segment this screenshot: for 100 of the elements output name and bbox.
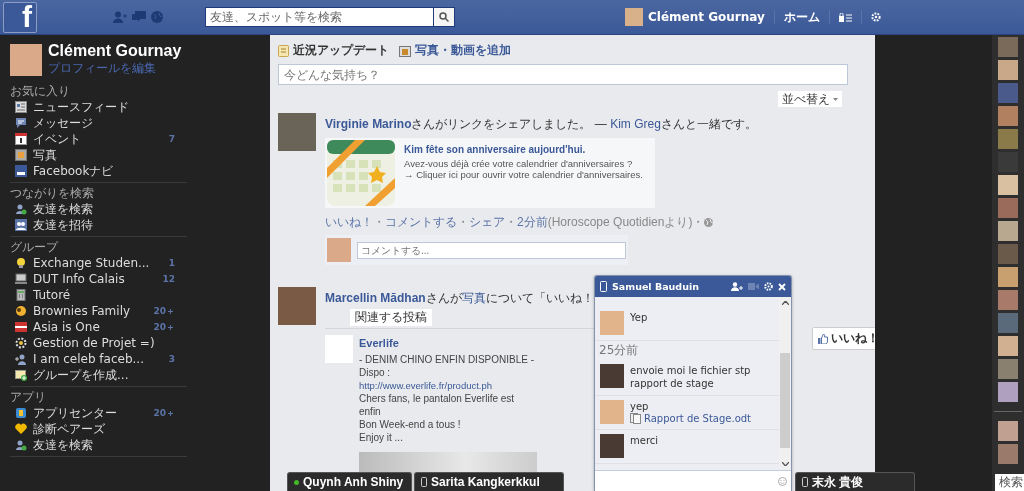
- facebook-logo[interactable]: f: [3, 1, 37, 33]
- card-title: Kim fête son anniversaire aujourd'hui.: [404, 144, 587, 155]
- video-camera-icon[interactable]: [748, 283, 759, 290]
- profile-name[interactable]: Clément Gournay: [48, 42, 182, 60]
- chat-tab[interactable]: Sarita Kangkerkkul: [414, 472, 564, 491]
- close-icon[interactable]: [778, 282, 786, 291]
- friend-avatar-placeholder: [998, 175, 1018, 195]
- separator-dot: ・: [373, 214, 385, 231]
- author-link[interactable]: Marcellin Mādhan: [325, 291, 426, 305]
- sidebar-item[interactable]: メッセージ: [10, 115, 187, 131]
- avatar-placeholder: [10, 43, 42, 76]
- scrollbar[interactable]: [779, 297, 791, 470]
- sidebar-item[interactable]: 写真: [10, 147, 187, 163]
- item-label: Exchange Studen...: [33, 256, 151, 270]
- chat-message: yep: [630, 400, 650, 413]
- chat-composer[interactable]: [595, 470, 791, 491]
- chat-message: envoie moi le fichier stp: [630, 364, 751, 377]
- avatar-placeholder: [625, 8, 643, 26]
- sidebar-item[interactable]: Asia is One 20＋: [10, 319, 187, 335]
- sidebar-item[interactable]: グループを作成...: [10, 367, 187, 383]
- friend-requests-icon[interactable]: [113, 11, 127, 23]
- profile-link[interactable]: Clément Gournay: [648, 10, 765, 24]
- status-icon: [278, 44, 289, 57]
- item-label: メッセージ: [33, 114, 94, 132]
- page-name-link[interactable]: Everlife: [359, 337, 537, 350]
- post-text: Enjoy it ...: [359, 431, 404, 444]
- chat-search-field[interactable]: 検索: [995, 474, 1024, 491]
- search-field[interactable]: 友達、スポット等を検索: [205, 7, 433, 27]
- search-button[interactable]: [433, 7, 455, 27]
- action-link[interactable]: シェア: [469, 214, 505, 231]
- friend-avatar-placeholder: [998, 37, 1018, 57]
- file-attachment-link[interactable]: Rapport de Stage.odt: [630, 413, 752, 424]
- chat-tab[interactable]: Quynh Anh Shiny: [287, 472, 412, 491]
- sidebar-item[interactable]: 友達を検索: [10, 201, 187, 217]
- chat-message: Yep: [630, 311, 648, 324]
- timestamp-link[interactable]: 2分前: [517, 214, 548, 231]
- like-button[interactable]: いいね！: [812, 327, 875, 350]
- calculator-icon: [15, 289, 27, 301]
- action-link[interactable]: いいね！: [325, 214, 373, 231]
- sidebar-item[interactable]: DUT Info Calais 12: [10, 271, 187, 287]
- url-link[interactable]: http://www.everlife.fr/product.ph: [359, 379, 537, 392]
- item-label: Brownies Family: [33, 304, 132, 318]
- separator-dot: ・: [692, 214, 705, 231]
- sidebar-item[interactable]: Facebookナビ: [10, 163, 187, 179]
- comment-field[interactable]: コメントする...: [357, 241, 626, 259]
- sidebar-item[interactable]: ニュースフィード: [10, 99, 187, 115]
- globe-icon[interactable]: [151, 11, 163, 23]
- item-count: 12: [162, 274, 176, 284]
- sidebar-item[interactable]: Gestion de Projet =): [10, 335, 187, 351]
- item-count: 20＋: [153, 406, 176, 420]
- messages-icon[interactable]: [132, 11, 146, 23]
- privacy-shortcuts-icon[interactable]: [838, 12, 852, 22]
- emoticon-icon[interactable]: [778, 476, 787, 486]
- sidebar-item[interactable]: 診断ペアーズ: [10, 421, 187, 437]
- composer-tab[interactable]: 近況アップデート: [278, 42, 389, 59]
- sidebar-item[interactable]: Exchange Studen... 1: [10, 255, 187, 271]
- related-posts-label: 関連する投稿: [350, 309, 432, 326]
- status-input[interactable]: 今どんな気持ち？: [278, 64, 848, 85]
- item-label: DUT Info Calais: [33, 272, 126, 286]
- separator-dot: ・: [505, 214, 517, 231]
- app-icon: [15, 165, 27, 177]
- sidebar-item[interactable]: I am celeb faceb... 3: [10, 351, 187, 367]
- friend-avatar-placeholder: [998, 60, 1018, 80]
- sidebar-item[interactable]: 友達を検索: [10, 437, 187, 453]
- item-label: Facebookナビ: [33, 162, 115, 180]
- sort-button[interactable]: 並べ替え: [778, 91, 842, 107]
- chat-message: rapport de stage: [630, 377, 715, 390]
- document-icon: [630, 413, 641, 424]
- link-card[interactable]: Kim fête son anniversaire aujourd'hui. Avez-vous déjà crée votre calendrier d'anniversaires ? → Cliquer ici pour ouvrir votre calendrier d'anniversaires.: [325, 138, 655, 208]
- card-text: Avez-vous déjà crée votre calendrier d'anniversaires ?: [404, 158, 634, 169]
- people-search-icon: [15, 203, 27, 215]
- chat-tab[interactable]: 末永 貴俊: [795, 472, 915, 491]
- item-label: 友達を招待: [33, 216, 94, 234]
- chat-message: merci: [630, 434, 659, 447]
- people-icon: [15, 219, 27, 231]
- item-label: Asia is One: [33, 320, 101, 334]
- add-friend-icon[interactable]: [731, 282, 743, 291]
- settings-icon[interactable]: [764, 282, 773, 291]
- sidebar-item[interactable]: Brownies Family 20＋: [10, 303, 187, 319]
- post-text: Chers fans, le pantalon Everlife est enfin: [359, 392, 516, 418]
- text-link[interactable]: 写真: [461, 291, 486, 305]
- photo-icon: [15, 149, 27, 161]
- friend-avatar-placeholder: [998, 421, 1018, 441]
- item-label: I am celeb faceb...: [33, 352, 145, 366]
- avatar-placeholder: [327, 238, 351, 262]
- sidebar-item[interactable]: 友達を招待: [10, 217, 187, 233]
- settings-icon[interactable]: [870, 12, 881, 22]
- sidebar-item[interactable]: イベント 7: [10, 131, 187, 147]
- friend-avatar-placeholder: [998, 244, 1018, 264]
- sidebar-item[interactable]: Tutoré: [10, 287, 187, 303]
- text-link[interactable]: Kim Greg: [610, 117, 661, 131]
- friend-avatar-placeholder: [998, 336, 1018, 356]
- home-link[interactable]: ホーム: [783, 8, 820, 26]
- composer-tab[interactable]: 写真・動画を追加: [399, 42, 511, 59]
- author-link[interactable]: Virginie Marino: [325, 117, 412, 131]
- sidebar-item[interactable]: アプリセンター 20＋: [10, 405, 187, 421]
- chat-contact-name[interactable]: Samuel Bauduin: [612, 281, 726, 292]
- item-count: 20＋: [153, 304, 176, 318]
- action-link[interactable]: コメントする: [385, 214, 457, 231]
- item-label: グループを作成...: [33, 366, 130, 384]
